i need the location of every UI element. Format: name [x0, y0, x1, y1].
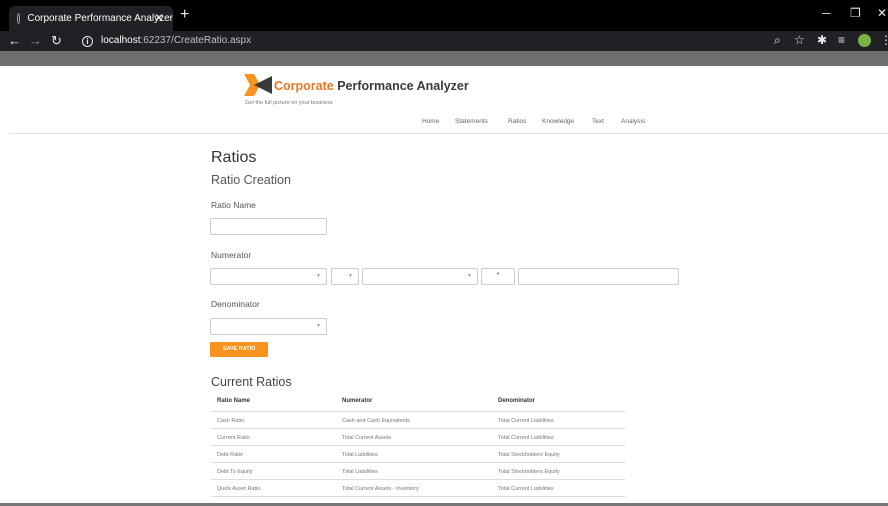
logo-icon[interactable] [244, 74, 272, 96]
bookmark-star-icon[interactable]: ☆ [794, 33, 805, 48]
nav-text[interactable]: Text [592, 118, 604, 125]
table-row: Debt Ratio Total Liabilities Total Stock… [211, 446, 625, 463]
site-info-icon[interactable]: i [82, 35, 93, 47]
url-path: :62237/CreateRatio.aspx [140, 35, 252, 46]
menu-icon[interactable]: ⋮ [880, 33, 888, 47]
nav-knowledge[interactable]: Knowledge [542, 118, 574, 125]
tab-title: Corporate Performance Analyzer [27, 13, 173, 24]
column-header-denominator: Denominator [498, 398, 536, 404]
denominator-label: Denominator [211, 299, 260, 309]
table-row: Quick Asset Ratio Total Current Assets -… [211, 480, 625, 497]
chevron-down-icon: ▼ [316, 323, 321, 329]
nav-statements[interactable]: Statements [455, 118, 488, 125]
ratio-name-cell: Cash Ratio [217, 418, 245, 424]
current-ratios-table: Ratio Name Numerator Denominator Cash Ra… [211, 394, 625, 497]
table-row: Cash Ratio Cash and Cash Equivalents Tot… [211, 412, 625, 429]
save-ratio-button[interactable]: SAVE RATIO [210, 342, 268, 357]
ratio-name-cell: Quick Asset Ratio [217, 486, 261, 492]
close-tab-icon[interactable]: ✕ [154, 11, 164, 25]
close-window-icon[interactable]: ✕ [877, 6, 887, 20]
restore-icon[interactable]: ❐ [850, 6, 861, 20]
numerator-cell: Total Liabilities [342, 469, 378, 475]
numerator-multiplier-operator[interactable]: * [481, 268, 515, 285]
page-title: Ratios [211, 149, 257, 166]
denominator-cell: Total Current Liabilities [498, 435, 554, 441]
numerator-second-item-select[interactable]: ▼ [362, 268, 478, 285]
table-row: Current Ratio Total Current Assets Total… [211, 429, 625, 446]
chevron-down-icon: ▼ [316, 273, 321, 279]
globe-icon [17, 13, 21, 24]
denominator-cell: Total Current Liabilities [498, 418, 554, 424]
ratio-name-input[interactable] [210, 218, 327, 235]
minimize-icon[interactable]: ─ [822, 6, 831, 20]
table-row: Debt To Equity Total Liabilities Total S… [211, 463, 625, 480]
numerator-cell: Cash and Cash Equivalents [342, 418, 410, 424]
nav-home[interactable]: Home [422, 118, 439, 125]
brand-name[interactable]: Corporate Performance Analyzer [274, 79, 469, 93]
ratio-name-label: Ratio Name [211, 200, 256, 210]
reload-icon[interactable]: ↻ [51, 33, 62, 48]
browser-tab-strip: Corporate Performance Analyzer ✕ + ─ ❐ ✕ [0, 0, 888, 31]
numerator-operator-select[interactable]: ▼ [331, 268, 359, 285]
zoom-icon[interactable]: ⌕ [774, 33, 781, 48]
ratio-name-cell: Debt Ratio [217, 452, 243, 458]
ratio-name-cell: Debt To Equity [217, 469, 253, 475]
chevron-down-icon: ▼ [348, 273, 353, 279]
chevron-down-icon: ▼ [467, 273, 472, 279]
column-header-ratio-name: Ratio Name [217, 398, 251, 404]
profile-avatar-icon[interactable] [858, 34, 871, 47]
nav-ratios[interactable]: Ratios [508, 118, 526, 125]
browser-toolbar: ← → ↻ i localhost:62237/CreateRatio.aspx… [0, 31, 888, 51]
section-title: Ratio Creation [211, 173, 291, 187]
header-divider [9, 133, 888, 134]
numerator-cell: Total Current Assets - Inventory [342, 486, 419, 492]
nav-analysis[interactable]: Analysis [621, 118, 645, 125]
address-bar[interactable]: i localhost:62237/CreateRatio.aspx [82, 33, 882, 49]
denominator-cell: Total Stockholders Equity [498, 452, 560, 458]
denominator-cell: Total Stockholders Equity [498, 469, 560, 475]
brand-tagline: Get the full picture on your business [245, 100, 333, 106]
browser-tab[interactable]: Corporate Performance Analyzer ✕ [9, 6, 173, 31]
current-ratios-title: Current Ratios [211, 375, 292, 389]
numerator-label: Numerator [211, 250, 252, 260]
numerator-cell: Total Current Assets [342, 435, 392, 441]
denominator-select[interactable]: ▼ [210, 318, 327, 335]
ratio-name-cell: Current Ratio [217, 435, 250, 441]
numerator-value-input[interactable] [518, 268, 679, 285]
denominator-cell: Total Current Liabilities [498, 486, 554, 492]
page-top-bar [0, 51, 888, 66]
table-header-row: Ratio Name Numerator Denominator [211, 394, 625, 412]
column-header-numerator: Numerator [342, 398, 373, 404]
extensions-icon[interactable]: ✱ [817, 33, 827, 48]
back-icon[interactable]: ← [8, 33, 21, 48]
numerator-item-select[interactable]: ▼ [210, 268, 327, 285]
forward-icon[interactable]: → [29, 33, 42, 48]
new-tab-button[interactable]: + [180, 6, 189, 24]
reading-list-icon[interactable]: ≡ [838, 33, 845, 48]
url-host: localhost [101, 35, 141, 46]
numerator-cell: Total Liabilities [342, 452, 378, 458]
